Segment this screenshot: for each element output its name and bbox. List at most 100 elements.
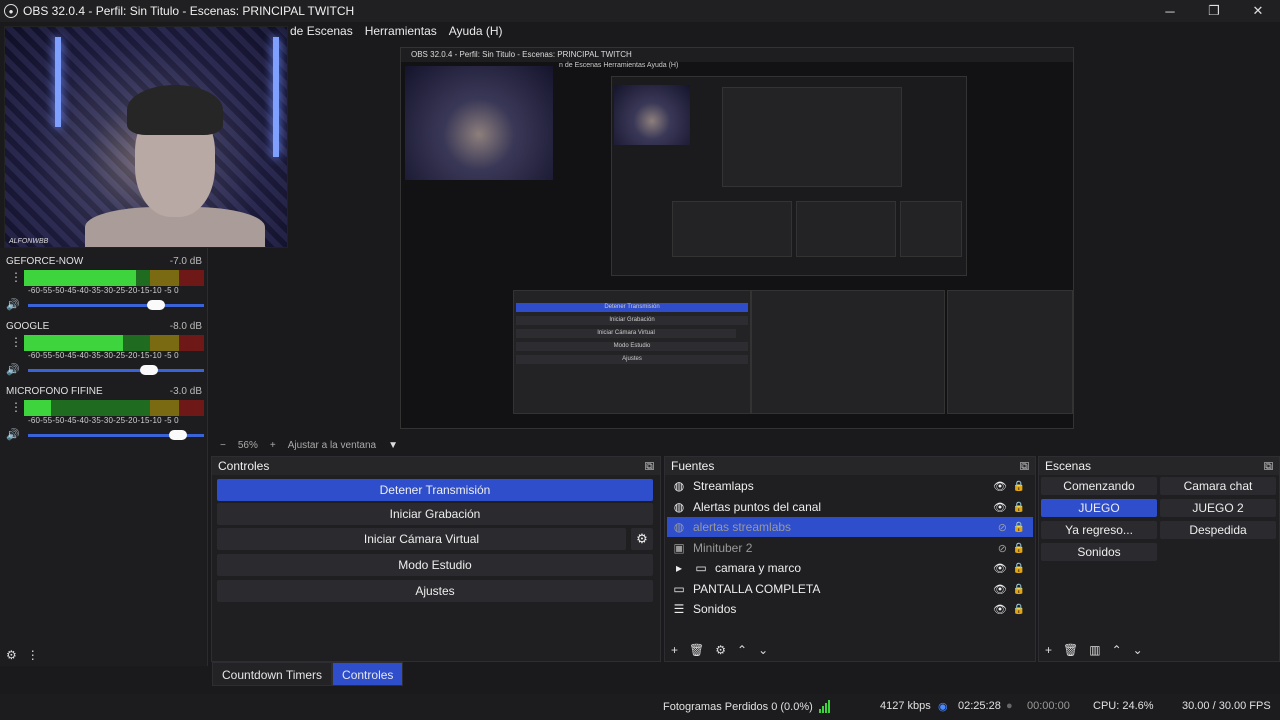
lock-icon[interactable]: 🔒 [1013, 584, 1025, 595]
eye-icon[interactable]: 👁 [993, 583, 1007, 596]
minimize-button[interactable]: ─ [1148, 0, 1192, 22]
sources-toolbar: + 🗑 ⚙ ⌃ ⌄ [665, 639, 1035, 661]
menu-scene-collection[interactable]: n de Escenas [280, 24, 353, 38]
scene-item[interactable]: Comenzando [1041, 477, 1157, 495]
program-preview[interactable]: OBS 32.0.4 - Perfil: Sin Titulo - Escena… [400, 47, 1074, 429]
trash-icon[interactable]: 🗑 [1063, 643, 1078, 657]
undock-icon[interactable]: ⧉ [1020, 462, 1029, 471]
source-item[interactable]: ▣ Minituber 2 ⊘ 🔒 [667, 538, 1033, 558]
filter-icon[interactable]: ▥ [1089, 643, 1100, 657]
speaker-icon[interactable]: 🔊 [6, 428, 20, 441]
audio-mixer: GEFORCE-NOW -7.0 dB ⋮ -60-55-50-45-40-35… [0, 248, 208, 666]
tab-countdown-timers[interactable]: Countdown Timers [212, 662, 333, 686]
eye-icon[interactable]: 👁 [993, 501, 1007, 514]
zoom-fit-label[interactable]: Ajustar a la ventana [288, 440, 376, 451]
chevron-down-icon[interactable]: ▼ [388, 440, 398, 451]
settings-button[interactable]: Ajustes [217, 580, 653, 602]
scene-item[interactable]: Ya regreso... [1041, 521, 1157, 539]
move-down-icon[interactable]: ⌄ [758, 643, 768, 657]
source-label: alertas streamlabs [693, 520, 792, 534]
streaming-icon: ◉ [938, 701, 948, 713]
menu-tools[interactable]: Herramientas [365, 24, 437, 38]
browser-source-icon: ◍ [673, 479, 685, 493]
menu-bar: n de Escenas Herramientas Ayuda (H) [280, 22, 503, 40]
source-item[interactable]: ◍ Alertas puntos del canal 👁 🔒 [667, 497, 1033, 517]
source-item[interactable]: ◍ Streamlaps 👁 🔒 [667, 476, 1033, 496]
move-up-icon[interactable]: ⌃ [737, 643, 747, 657]
bitrate: 4127 kbps [880, 700, 931, 712]
browser-source-icon: ◍ [673, 500, 685, 514]
undock-icon[interactable]: ⧉ [1264, 462, 1273, 471]
start-virtual-camera-button[interactable]: Iniciar Cámara Virtual [217, 528, 626, 550]
gear-icon[interactable]: ⚙ [715, 643, 726, 657]
speaker-icon[interactable]: 🔊 [6, 363, 20, 376]
lock-icon[interactable]: 🔒 [1013, 481, 1025, 492]
scene-item[interactable]: JUEGO 2 [1160, 499, 1276, 517]
move-down-icon[interactable]: ⌄ [1133, 643, 1143, 657]
start-recording-button[interactable]: Iniciar Grabación [217, 503, 653, 525]
level-meter [24, 408, 204, 416]
source-item[interactable]: ◍ alertas streamlabs ⊘ 🔒 [667, 517, 1033, 537]
source-item[interactable]: ☰ Sonidos 👁 🔒 [667, 599, 1033, 619]
trash-icon[interactable]: 🗑 [689, 643, 704, 657]
eye-hidden-icon[interactable]: ⊘ [998, 521, 1007, 534]
volume-slider[interactable] [28, 365, 204, 375]
signal-icon [818, 700, 831, 713]
slider-knob[interactable] [168, 430, 187, 440]
preview-button: Detener Transmisión [516, 303, 748, 312]
scene-item[interactable]: Sonidos [1041, 543, 1157, 561]
bottom-tabs: Countdown Timers Controles [212, 662, 404, 686]
dock-header: Controles ⧉ [212, 457, 660, 475]
menu-help[interactable]: Ayuda (H) [449, 24, 503, 38]
advanced-audio-icon[interactable]: ⚙ [6, 648, 17, 662]
source-item[interactable]: ▭ PANTALLA COMPLETA 👁 🔒 [667, 579, 1033, 599]
studio-mode-button[interactable]: Modo Estudio [217, 554, 653, 576]
track-menu-icon[interactable]: ⋮ [10, 270, 22, 284]
move-up-icon[interactable]: ⌃ [1112, 643, 1122, 657]
add-scene-icon[interactable]: + [1045, 643, 1052, 657]
add-source-icon[interactable]: + [671, 643, 678, 657]
eye-hidden-icon[interactable]: ⊘ [998, 542, 1007, 555]
speaker-icon[interactable]: 🔊 [6, 298, 20, 311]
obs-logo-icon: ● [4, 4, 18, 18]
source-item[interactable]: ▸ ▭ camara y marco 👁 🔒 [667, 558, 1033, 578]
scenes-dock: Escenas ⧉ Comenzando Camara chat JUEGO J… [1038, 456, 1280, 662]
dropped-frames: Fotogramas Perdidos 0 (0.0%) [663, 700, 831, 713]
zoom-in-button[interactable]: + [270, 440, 276, 451]
title-bar: ● OBS 32.0.4 - Perfil: Sin Titulo - Esce… [0, 0, 1280, 22]
volume-slider[interactable] [28, 430, 204, 440]
track-menu-icon[interactable]: ⋮ [10, 335, 22, 349]
preview-controls-panel: Detener Transmisión Iniciar Grabación In… [513, 290, 751, 414]
lock-icon[interactable]: 🔒 [1013, 502, 1025, 513]
eye-icon[interactable]: 👁 [993, 480, 1007, 493]
eye-icon[interactable]: 👁 [993, 562, 1007, 575]
close-button[interactable]: ✕ [1236, 0, 1280, 22]
eye-icon[interactable]: 👁 [993, 603, 1007, 616]
preview-button: Iniciar Grabación [516, 316, 748, 325]
preview-menu: n de Escenas Herramientas Ayuda (H) [559, 62, 679, 69]
chevron-right-icon[interactable]: ▸ [671, 561, 687, 575]
slider-knob[interactable] [140, 365, 159, 375]
mixer-menu-icon[interactable]: ⋮ [27, 648, 39, 662]
stop-stream-button[interactable]: Detener Transmisión [217, 479, 653, 501]
track-menu-icon[interactable]: ⋮ [10, 400, 22, 414]
virtual-camera-settings-icon[interactable]: ⚙ [631, 528, 653, 550]
tab-controls[interactable]: Controles [332, 662, 404, 686]
scene-item[interactable]: JUEGO [1041, 499, 1157, 517]
zoom-out-button[interactable]: − [220, 440, 226, 451]
dock-title: Escenas [1045, 459, 1092, 473]
scene-item[interactable]: Despedida [1160, 521, 1276, 539]
lock-icon[interactable]: 🔒 [1013, 543, 1025, 554]
lock-icon[interactable]: 🔒 [1013, 604, 1025, 615]
lock-icon[interactable]: 🔒 [1013, 563, 1025, 574]
slider-knob[interactable] [147, 300, 166, 310]
dock-header: Fuentes ⧉ [665, 457, 1035, 475]
maximize-button[interactable]: ❐ [1192, 0, 1236, 22]
scene-item[interactable]: Camara chat [1160, 477, 1276, 495]
stream-time: 02:25:28 [958, 700, 1001, 712]
controls-dock: Controles ⧉ Detener Transmisión Iniciar … [211, 456, 661, 662]
cpu-usage: CPU: 24.6% [1093, 700, 1154, 712]
undock-icon[interactable]: ⧉ [645, 462, 654, 471]
volume-slider[interactable] [28, 300, 204, 310]
lock-icon[interactable]: 🔒 [1013, 522, 1025, 533]
